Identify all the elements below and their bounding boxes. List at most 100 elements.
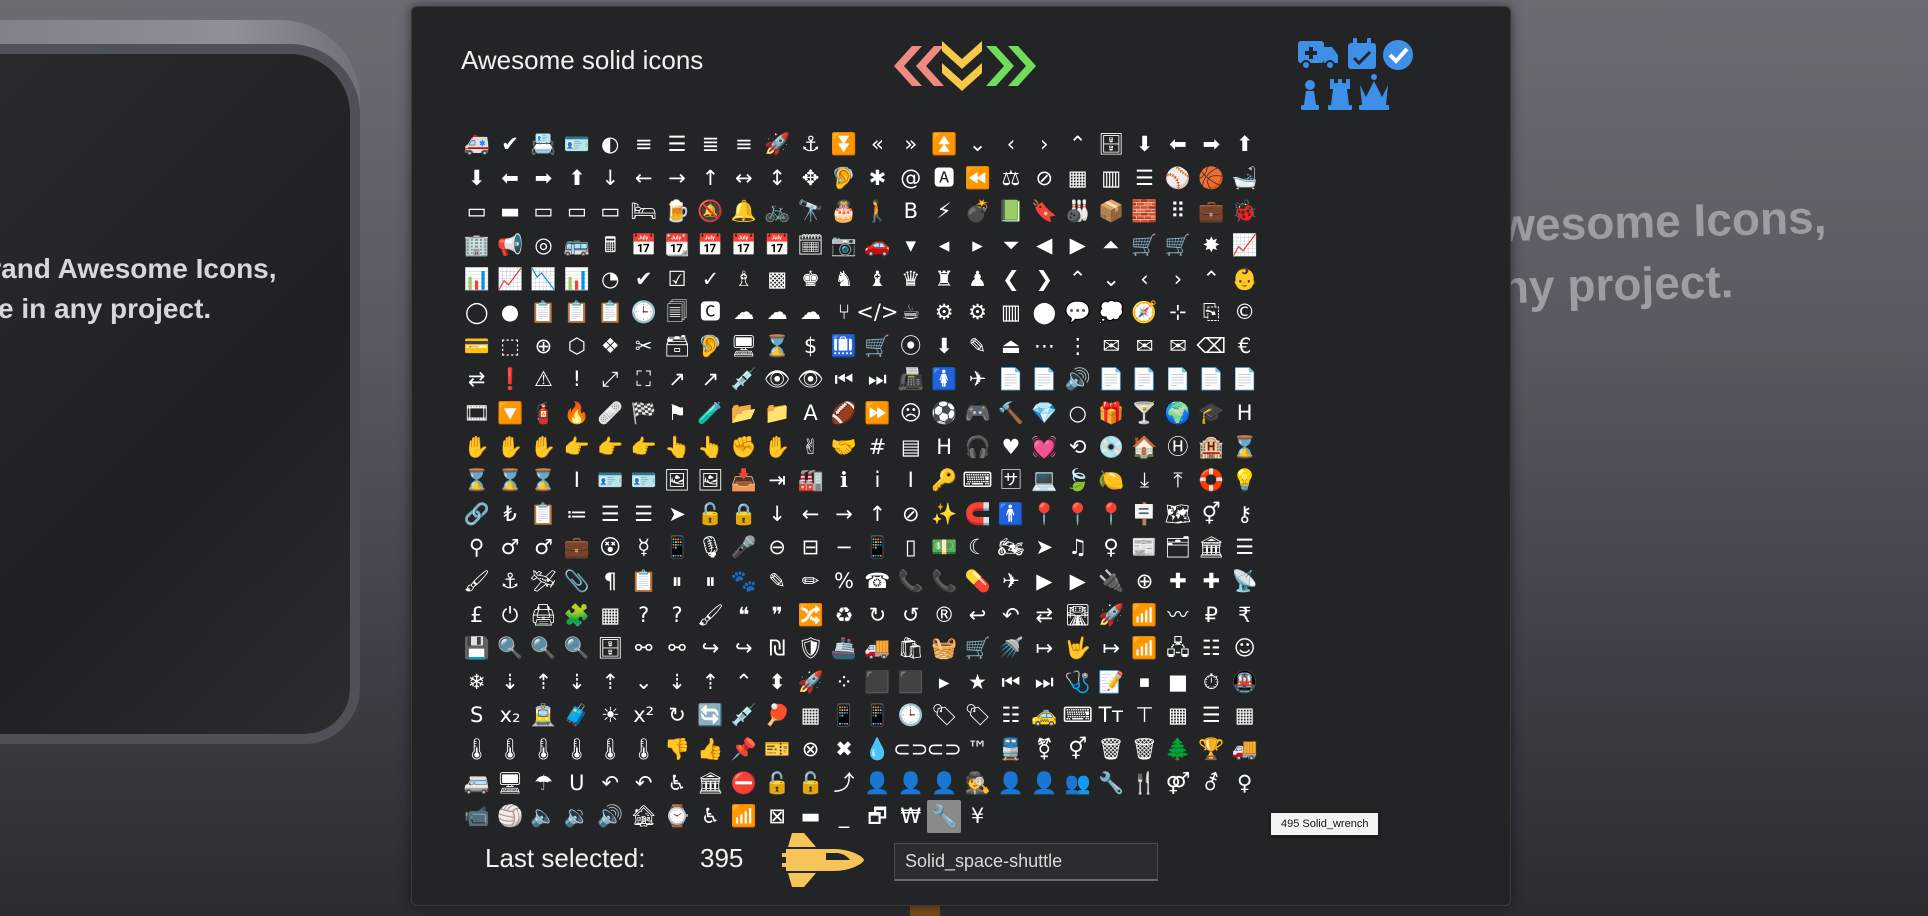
- icon-grid-cell[interactable]: ⌛: [493, 464, 526, 498]
- icon-grid-cell[interactable]: ➡: [527, 162, 560, 196]
- icon-grid-cell[interactable]: ⊤: [1128, 699, 1161, 733]
- icon-grid-cell[interactable]: ⚯: [627, 632, 660, 666]
- icon-grid-cell[interactable]: ↪: [694, 632, 727, 666]
- icon-grid-cell[interactable]: ▥: [994, 296, 1027, 330]
- icon-grid-cell[interactable]: ☂: [527, 766, 560, 800]
- icon-grid-cell[interactable]: ⊖: [761, 531, 794, 565]
- icon-grid-cell[interactable]: 🔉: [560, 800, 593, 834]
- icon-grid-cell[interactable]: ✋: [460, 430, 493, 464]
- icon-grid-cell[interactable]: 💊: [961, 565, 994, 599]
- icon-grid-cell[interactable]: ⚯: [660, 632, 693, 666]
- icon-grid-cell[interactable]: ✉: [1094, 330, 1127, 364]
- icon-grid-cell[interactable]: ⊘: [1028, 162, 1061, 196]
- icon-grid-cell[interactable]: 👁: [761, 363, 794, 397]
- icon-grid-cell[interactable]: 🎙: [694, 531, 727, 565]
- icon-grid-cell[interactable]: 🎂: [827, 195, 860, 229]
- icon-grid-cell[interactable]: ✉: [1161, 330, 1194, 364]
- icon-grid-cell[interactable]: ≡: [627, 128, 660, 162]
- icon-grid-cell[interactable]: »: [894, 128, 927, 162]
- icon-grid-cell[interactable]: 🗑: [1094, 733, 1127, 767]
- icon-grid-cell[interactable]: 🚀: [794, 666, 827, 700]
- icon-grid-cell[interactable]: 📄: [1094, 363, 1127, 397]
- icon-grid-cell[interactable]: ◎: [527, 229, 560, 263]
- icon-grid-cell[interactable]: 📅: [761, 229, 794, 263]
- icon-grid-cell[interactable]: ↓: [761, 498, 794, 532]
- angle-double-down-icon[interactable]: [942, 41, 982, 91]
- icon-grid-cell[interactable]: ⏏: [994, 330, 1027, 364]
- icon-grid-cell[interactable]: 🔗: [460, 498, 493, 532]
- icon-grid-cell[interactable]: 🍋: [1094, 464, 1127, 498]
- icon-grid-cell[interactable]: 🛁: [1228, 162, 1261, 196]
- icon-grid-cell[interactable]: ☕: [894, 296, 927, 330]
- icon-grid-cell[interactable]: 🛣: [1061, 598, 1094, 632]
- icon-grid-cell[interactable]: 🔧: [927, 799, 961, 834]
- icon-grid-cell[interactable]: ⚠: [527, 363, 560, 397]
- icon-grid-cell[interactable]: 🚀: [761, 128, 794, 162]
- icon-grid-cell[interactable]: ◔: [594, 262, 627, 296]
- icon-grid-cell[interactable]: ↩: [961, 598, 994, 632]
- icon-grid-cell[interactable]: 🛡: [794, 632, 827, 666]
- icon-grid-cell[interactable]: ▩: [761, 262, 794, 296]
- icon-grid-cell[interactable]: 👉: [594, 430, 627, 464]
- icon-grid-cell[interactable]: 💬: [1061, 296, 1094, 330]
- icon-grid-cell[interactable]: ♞: [827, 262, 860, 296]
- icon-grid-cell[interactable]: ▭: [527, 195, 560, 229]
- icon-grid-cell[interactable]: 📋: [527, 498, 560, 532]
- icon-grid-cell[interactable]: ?: [660, 598, 693, 632]
- icon-grid-cell[interactable]: ▶: [1028, 565, 1061, 599]
- icon-grid-cell[interactable]: 🗄: [594, 632, 627, 666]
- icon-grid-cell[interactable]: 🐾: [727, 565, 760, 599]
- icon-grid-cell[interactable]: ⦿: [894, 330, 927, 364]
- icon-grid-cell[interactable]: 🗺: [1161, 498, 1194, 532]
- icon-grid-cell[interactable]: ¥: [961, 800, 994, 834]
- icon-grid-cell[interactable]: 🖧: [1161, 632, 1194, 666]
- icon-grid-cell[interactable]: ⤒: [1161, 464, 1194, 498]
- icon-grid-cell[interactable]: 👉: [627, 430, 660, 464]
- icon-grid-cell[interactable]: 📍: [1028, 498, 1061, 532]
- icon-grid-cell[interactable]: ⏭: [1028, 666, 1061, 700]
- icon-grid-cell[interactable]: ₽: [1195, 598, 1228, 632]
- icon-grid-cell[interactable]: 📰: [1128, 531, 1161, 565]
- icon-grid-cell[interactable]: ⌃: [1195, 262, 1228, 296]
- icon-grid-cell[interactable]: x₂: [493, 699, 526, 733]
- icon-grid-cell[interactable]: 💉: [727, 363, 760, 397]
- icon-grid-cell[interactable]: ⬅: [1161, 128, 1194, 162]
- icon-grid-cell[interactable]: ⏪: [961, 162, 994, 196]
- icon-grid-cell[interactable]: ♗: [727, 262, 760, 296]
- icon-grid-cell[interactable]: ⌄: [627, 666, 660, 700]
- icon-grid-cell[interactable]: ⏭: [861, 363, 894, 397]
- icon-grid-cell[interactable]: ©: [1228, 296, 1261, 330]
- icon-grid-cell[interactable]: 📋: [560, 296, 593, 330]
- icon-grid-cell[interactable]: 🕒: [894, 699, 927, 733]
- icon-grid-cell[interactable]: ■: [1161, 666, 1194, 700]
- icon-grid-cell[interactable]: 🔽: [493, 397, 526, 431]
- icon-grid-cell[interactable]: 📊: [460, 262, 493, 296]
- icon-grid-cell[interactable]: ≡: [727, 128, 760, 162]
- icon-grid-cell[interactable]: 🦻: [694, 330, 727, 364]
- icon-grid-cell[interactable]: #: [861, 430, 894, 464]
- icon-grid-cell[interactable]: ↻: [660, 699, 693, 733]
- icon-grid-cell[interactable]: 🚌: [560, 229, 593, 263]
- icon-grid-cell[interactable]: 📗: [994, 195, 1027, 229]
- icon-grid-cell[interactable]: 📅: [694, 229, 727, 263]
- icon-grid-cell[interactable]: 🗃: [660, 330, 693, 364]
- icon-grid-cell[interactable]: ☰: [1128, 162, 1161, 196]
- icon-grid-cell[interactable]: ⚧: [1028, 733, 1061, 767]
- icon-grid-cell[interactable]: ↑: [861, 498, 894, 532]
- icon-grid-cell[interactable]: @: [894, 162, 927, 196]
- icon-grid-cell[interactable]: ↪: [727, 632, 760, 666]
- icon-grid-cell[interactable]: ✉: [1128, 330, 1161, 364]
- icon-grid-cell[interactable]: ☰: [660, 128, 693, 162]
- icon-grid-cell[interactable]: ↺: [894, 598, 927, 632]
- icon-grid-cell[interactable]: 🎤: [727, 531, 760, 565]
- icon-grid-cell[interactable]: 📄: [1161, 363, 1194, 397]
- icon-grid-cell[interactable]: ◀: [1028, 229, 1061, 263]
- icon-grid-cell[interactable]: ›: [1161, 262, 1194, 296]
- icon-grid-cell[interactable]: ➡: [1195, 128, 1228, 162]
- icon-grid-cell[interactable]: 🌍: [1161, 397, 1194, 431]
- icon-grid-cell[interactable]: H: [1228, 397, 1261, 431]
- icon-grid-cell[interactable]: ⊕: [1128, 565, 1161, 599]
- icon-grid-cell[interactable]: ⇥: [761, 464, 794, 498]
- icon-grid-cell[interactable]: ☾: [961, 531, 994, 565]
- icon-grid-cell[interactable]: 👉: [560, 430, 593, 464]
